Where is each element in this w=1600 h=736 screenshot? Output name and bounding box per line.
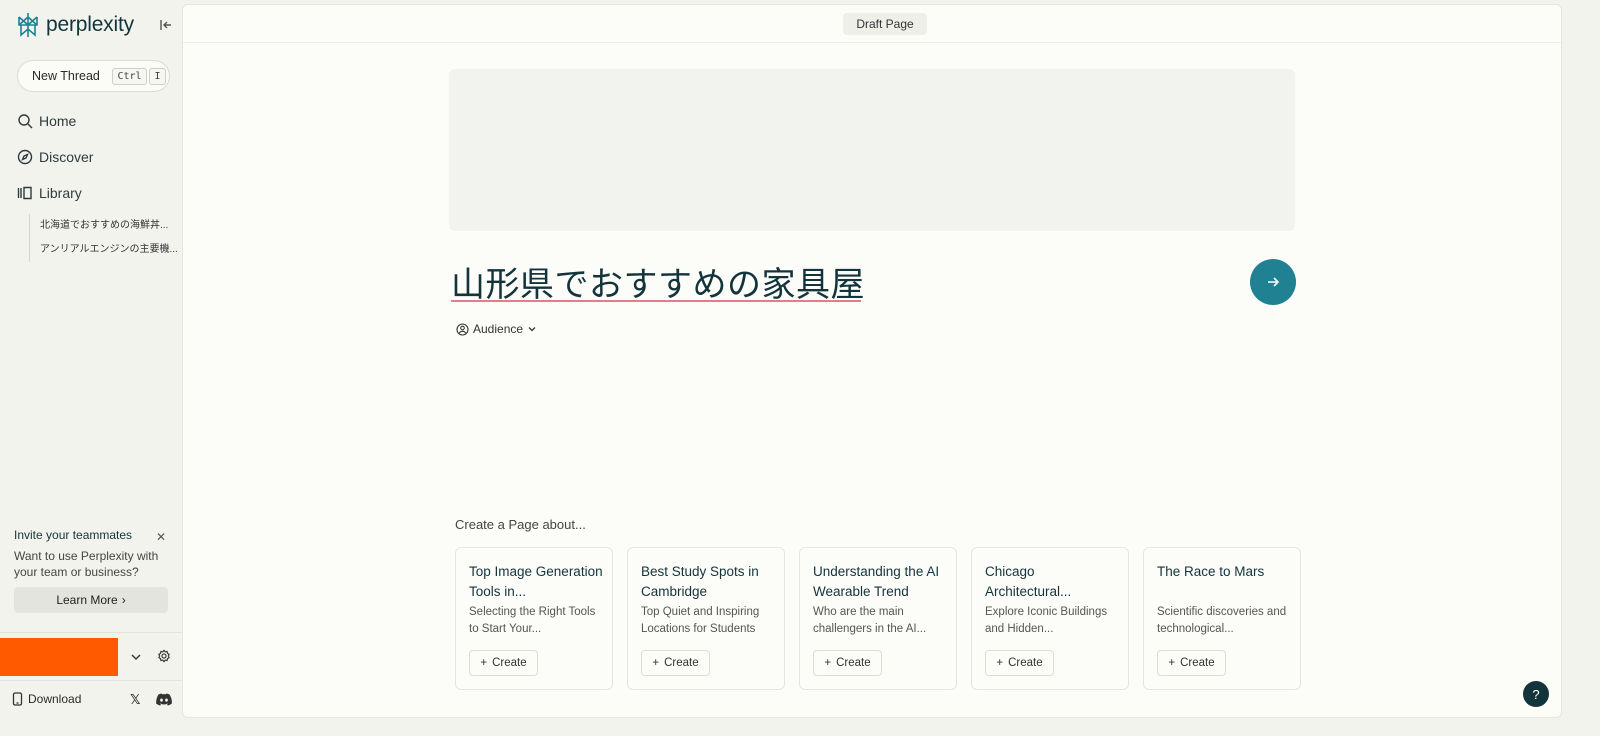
plus-icon: +: [1168, 657, 1176, 669]
draft-page-badge: Draft Page: [843, 13, 927, 35]
plus-icon: +: [824, 657, 832, 669]
card-title: Understanding the AI Wearable Trend: [813, 564, 940, 599]
page-title-input[interactable]: 山形県でおすすめの家具屋: [451, 257, 865, 306]
chevron-right-icon: ›: [121, 593, 126, 607]
suggestion-card[interactable]: Best Study Spots in Cambridge Top Quiet …: [627, 547, 785, 690]
create-button[interactable]: + Create: [641, 650, 710, 676]
sidebar-divider: [0, 632, 184, 633]
card-description: Who are the main challengers in the AI..…: [813, 606, 927, 635]
suggestion-card[interactable]: Understanding the AI Wearable Trend Who …: [799, 547, 957, 690]
create-label: Create: [664, 657, 699, 669]
main-topbar: Draft Page: [183, 5, 1561, 43]
close-icon[interactable]: ✕: [156, 530, 166, 544]
sidebar-divider: [0, 680, 184, 681]
sidebar-item-discover[interactable]: Discover: [17, 149, 93, 165]
card-description: Selecting the Right Tools to Start Your.…: [469, 606, 596, 635]
sidebar-item-label: Library: [39, 185, 82, 201]
phone-icon: [12, 692, 23, 706]
chevron-down-icon: [528, 327, 536, 332]
cover-image-placeholder[interactable]: [449, 69, 1295, 231]
perplexity-logo-icon: [18, 13, 38, 37]
audience-label: Audience: [473, 322, 524, 336]
suggestion-card[interactable]: Top Image Generation Tools in... Selecti…: [455, 547, 613, 690]
plus-icon: +: [996, 657, 1004, 669]
collapse-sidebar-icon[interactable]: [158, 17, 174, 33]
submit-button[interactable]: [1250, 259, 1296, 305]
compass-icon: [17, 149, 33, 165]
library-list: 北海道でおすすめの海鮮丼... アンリアルエンジンの主要機...: [29, 214, 178, 262]
library-icon: [17, 186, 32, 200]
help-button[interactable]: ?: [1523, 681, 1549, 707]
user-account[interactable]: [0, 638, 118, 676]
download-button[interactable]: Download: [12, 692, 81, 706]
create-button[interactable]: + Create: [469, 650, 538, 676]
invite-panel: Invite your teammates ✕ Want to use Perp…: [14, 528, 170, 613]
discord-icon[interactable]: [156, 693, 172, 707]
card-description: Scientific discoveries and technological…: [1157, 606, 1287, 635]
sidebar-item-library[interactable]: Library: [17, 185, 82, 201]
suggestion-card[interactable]: The Race to Mars Scientific discoveries …: [1143, 547, 1301, 690]
sidebar-item-label: Home: [39, 113, 77, 129]
spellcheck-underline: [451, 300, 861, 302]
create-button[interactable]: + Create: [813, 650, 882, 676]
search-icon: [18, 114, 33, 129]
chevron-down-icon[interactable]: [130, 651, 142, 663]
create-page-heading: Create a Page about...: [455, 517, 586, 532]
x-twitter-icon[interactable]: 𝕏: [130, 692, 140, 708]
logo-text: perplexity: [46, 13, 134, 36]
sidebar-item-label: Discover: [39, 149, 94, 165]
learn-more-label: Learn More: [56, 593, 118, 607]
new-thread-label: New Thread: [32, 69, 100, 83]
plus-icon: +: [652, 657, 660, 669]
create-button[interactable]: + Create: [985, 650, 1054, 676]
card-title: Top Image Generation Tools in...: [469, 564, 603, 599]
library-item[interactable]: 北海道でおすすめの海鮮丼...: [40, 214, 178, 238]
create-label: Create: [836, 657, 871, 669]
card-title: Chicago Architectural...: [985, 564, 1072, 599]
download-label: Download: [28, 692, 82, 706]
invite-title: Invite your teammates: [14, 528, 133, 542]
create-label: Create: [1180, 657, 1215, 669]
new-thread-button[interactable]: New Thread Ctrl I: [17, 60, 170, 92]
card-title: Best Study Spots in Cambridge: [641, 564, 759, 599]
shortcut-key-i: I: [149, 68, 166, 85]
audience-dropdown[interactable]: Audience: [456, 322, 537, 336]
user-circle-icon: [456, 322, 469, 336]
library-item[interactable]: アンリアルエンジンの主要機...: [40, 238, 178, 262]
sidebar-item-home[interactable]: Home: [17, 113, 76, 129]
create-label: Create: [492, 657, 527, 669]
logo[interactable]: perplexity: [16, 12, 134, 38]
create-button[interactable]: + Create: [1157, 650, 1226, 676]
create-label: Create: [1008, 657, 1043, 669]
card-description: Explore Iconic Buildings and Hidden...: [985, 606, 1108, 635]
plus-icon: +: [480, 657, 488, 669]
invite-text: Want to use Perplexity with your team or…: [14, 549, 159, 579]
card-description: Top Quiet and Inspiring Locations for St…: [641, 606, 760, 635]
gear-icon[interactable]: [157, 649, 171, 663]
shortcut-key-ctrl: Ctrl: [112, 68, 147, 85]
sidebar: perplexity New Thread Ctrl I Home Discov…: [0, 0, 184, 736]
suggestion-card[interactable]: Chicago Architectural... Explore Iconic …: [971, 547, 1129, 690]
arrow-right-icon: [1268, 277, 1280, 287]
learn-more-button[interactable]: Learn More ›: [14, 587, 168, 613]
card-title: The Race to Mars: [1157, 564, 1265, 579]
main-content: Draft Page 山形県でおすすめの家具屋 Audience Create …: [182, 4, 1562, 718]
